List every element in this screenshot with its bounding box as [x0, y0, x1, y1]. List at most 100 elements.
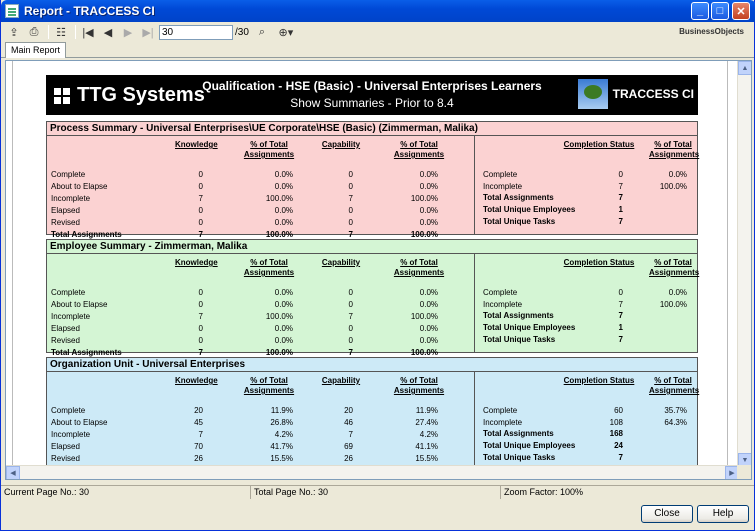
zoom-status: Zoom Factor: 100%: [504, 487, 584, 497]
title-bar[interactable]: Report - TRACCESS CI _ □ ✕: [1, 0, 755, 22]
capability-pct: 27.4%: [415, 418, 438, 427]
capability-pct: 0.0%: [419, 182, 438, 191]
row-label: Elapsed: [51, 324, 80, 333]
row-label: About to Elapse: [51, 300, 108, 309]
vertical-scrollbar[interactable]: ▲ ▼: [737, 61, 751, 467]
scroll-up-icon[interactable]: ▲: [738, 61, 751, 75]
completion-pct: 64.3%: [664, 418, 687, 427]
scroll-left-icon[interactable]: ◀: [6, 466, 20, 479]
knowledge-value: 0: [198, 218, 203, 227]
report-viewport: TTG Systems Qualification - HSE (Basic) …: [5, 60, 752, 480]
knowledge-value: 70: [194, 442, 203, 451]
knowledge-value: 7: [198, 430, 203, 439]
completion-label: Total Assignments: [483, 311, 554, 320]
window-title: Report - TRACCESS CI: [24, 4, 155, 18]
knowledge-pct: 0.0%: [274, 300, 293, 309]
capability-value: 0: [348, 170, 353, 179]
row-label: Incomplete: [51, 194, 91, 203]
summary-section: Employee Summary - Zimmerman, Malika Know…: [46, 239, 699, 357]
previous-page-icon[interactable]: ◀: [99, 24, 117, 40]
completion-label: Total Unique Tasks: [483, 217, 556, 226]
knowledge-value: 7: [198, 194, 203, 203]
horizontal-scrollbar[interactable]: ◀ ▶: [6, 465, 739, 479]
section-divider: [474, 372, 475, 470]
knowledge-pct: 0.0%: [274, 336, 293, 345]
tab-strip: Main Report: [1, 42, 754, 58]
tab-main-report[interactable]: Main Report: [5, 42, 67, 58]
help-button[interactable]: Help: [697, 505, 749, 523]
pct-header-a: % of Total: [400, 258, 438, 267]
knowledge-pct: 11.9%: [270, 406, 293, 415]
completion-value: 168: [609, 429, 623, 438]
capability-pct: 0.0%: [419, 336, 438, 345]
pct-header-a: % of Total: [654, 258, 692, 267]
pct-header-b: Assignments: [649, 386, 700, 395]
row-label: Revised: [51, 218, 80, 227]
row-label: Elapsed: [51, 442, 80, 451]
completion-value: 7: [618, 335, 623, 344]
knowledge-pct: 26.8%: [270, 418, 293, 427]
export-icon[interactable]: ⇪: [5, 24, 23, 40]
last-page-icon[interactable]: ▶|: [139, 24, 157, 40]
minimize-button[interactable]: _: [691, 2, 709, 20]
next-page-icon[interactable]: ▶: [119, 24, 137, 40]
row-label: Complete: [51, 170, 86, 179]
toolbar-separator: [48, 25, 49, 39]
capability-pct: 100.0%: [410, 194, 438, 203]
pct-header-b: Assignments: [243, 150, 295, 159]
completion-value: 60: [614, 406, 623, 415]
completion-value: 7: [618, 193, 623, 202]
capability-value: 7: [348, 312, 353, 321]
completion-value: 108: [609, 418, 623, 427]
maximize-button[interactable]: □: [711, 2, 729, 20]
completion-value: 0: [618, 170, 623, 179]
knowledge-pct: 41.7%: [270, 442, 293, 451]
page-number-input[interactable]: [159, 24, 233, 40]
completion-value: 7: [618, 217, 623, 226]
pct-header-b: Assignments: [393, 386, 445, 395]
capability-value: 7: [348, 194, 353, 203]
capability-pct: 4.2%: [419, 430, 438, 439]
completion-value: 0: [618, 288, 623, 297]
summary-section: Process Summary - Universal Enterprises\…: [46, 121, 699, 239]
pct-header-b: Assignments: [393, 268, 445, 277]
search-binoculars-icon[interactable]: ⌕: [253, 24, 271, 40]
capability-header: Capability: [321, 376, 361, 385]
knowledge-value: 26: [194, 454, 203, 463]
row-label: Incomplete: [51, 430, 91, 439]
knowledge-value: 45: [194, 418, 203, 427]
group-tree-icon[interactable]: ☷: [52, 24, 70, 40]
print-icon[interactable]: ⎙: [25, 24, 43, 40]
total-page-status: Total Page No.: 30: [251, 486, 501, 499]
capability-header: Capability: [321, 140, 361, 149]
current-page-status: Current Page No.: 30: [1, 486, 251, 499]
zoom-dropdown-icon[interactable]: ⊕▾: [273, 24, 299, 40]
completion-value: 7: [618, 311, 623, 320]
completion-pct: 0.0%: [668, 288, 687, 297]
knowledge-value: 0: [198, 182, 203, 191]
report-window: Report - TRACCESS CI _ □ ✕ ⇪ ⎙ ☷ |◀ ◀ ▶ …: [0, 0, 755, 531]
close-window-button[interactable]: ✕: [732, 2, 750, 20]
page-total: /30: [235, 26, 249, 38]
completion-label: Incomplete: [483, 182, 523, 191]
row-label: Incomplete: [51, 312, 91, 321]
completion-label: Incomplete: [483, 300, 523, 309]
knowledge-value: 0: [198, 206, 203, 215]
first-page-icon[interactable]: |◀: [79, 24, 97, 40]
report-page: TTG Systems Qualification - HSE (Basic) …: [12, 61, 728, 475]
completion-value: 1: [618, 205, 623, 214]
dialog-footer: Close Help: [1, 499, 754, 531]
capability-value: 26: [344, 454, 353, 463]
pct-header-a: % of Total: [250, 376, 288, 385]
section-title: Organization Unit - Universal Enterprise…: [47, 358, 697, 372]
capability-pct: 15.5%: [415, 454, 438, 463]
close-button[interactable]: Close: [641, 505, 693, 523]
row-label: Complete: [51, 288, 86, 297]
section-divider: [474, 254, 475, 352]
capability-value: 0: [348, 218, 353, 227]
completion-status-header: Completion Status: [563, 376, 635, 385]
completion-status-header: Completion Status: [563, 258, 635, 267]
knowledge-header: Knowledge: [175, 258, 218, 267]
knowledge-value: 7: [198, 312, 203, 321]
knowledge-pct: 0.0%: [274, 170, 293, 179]
